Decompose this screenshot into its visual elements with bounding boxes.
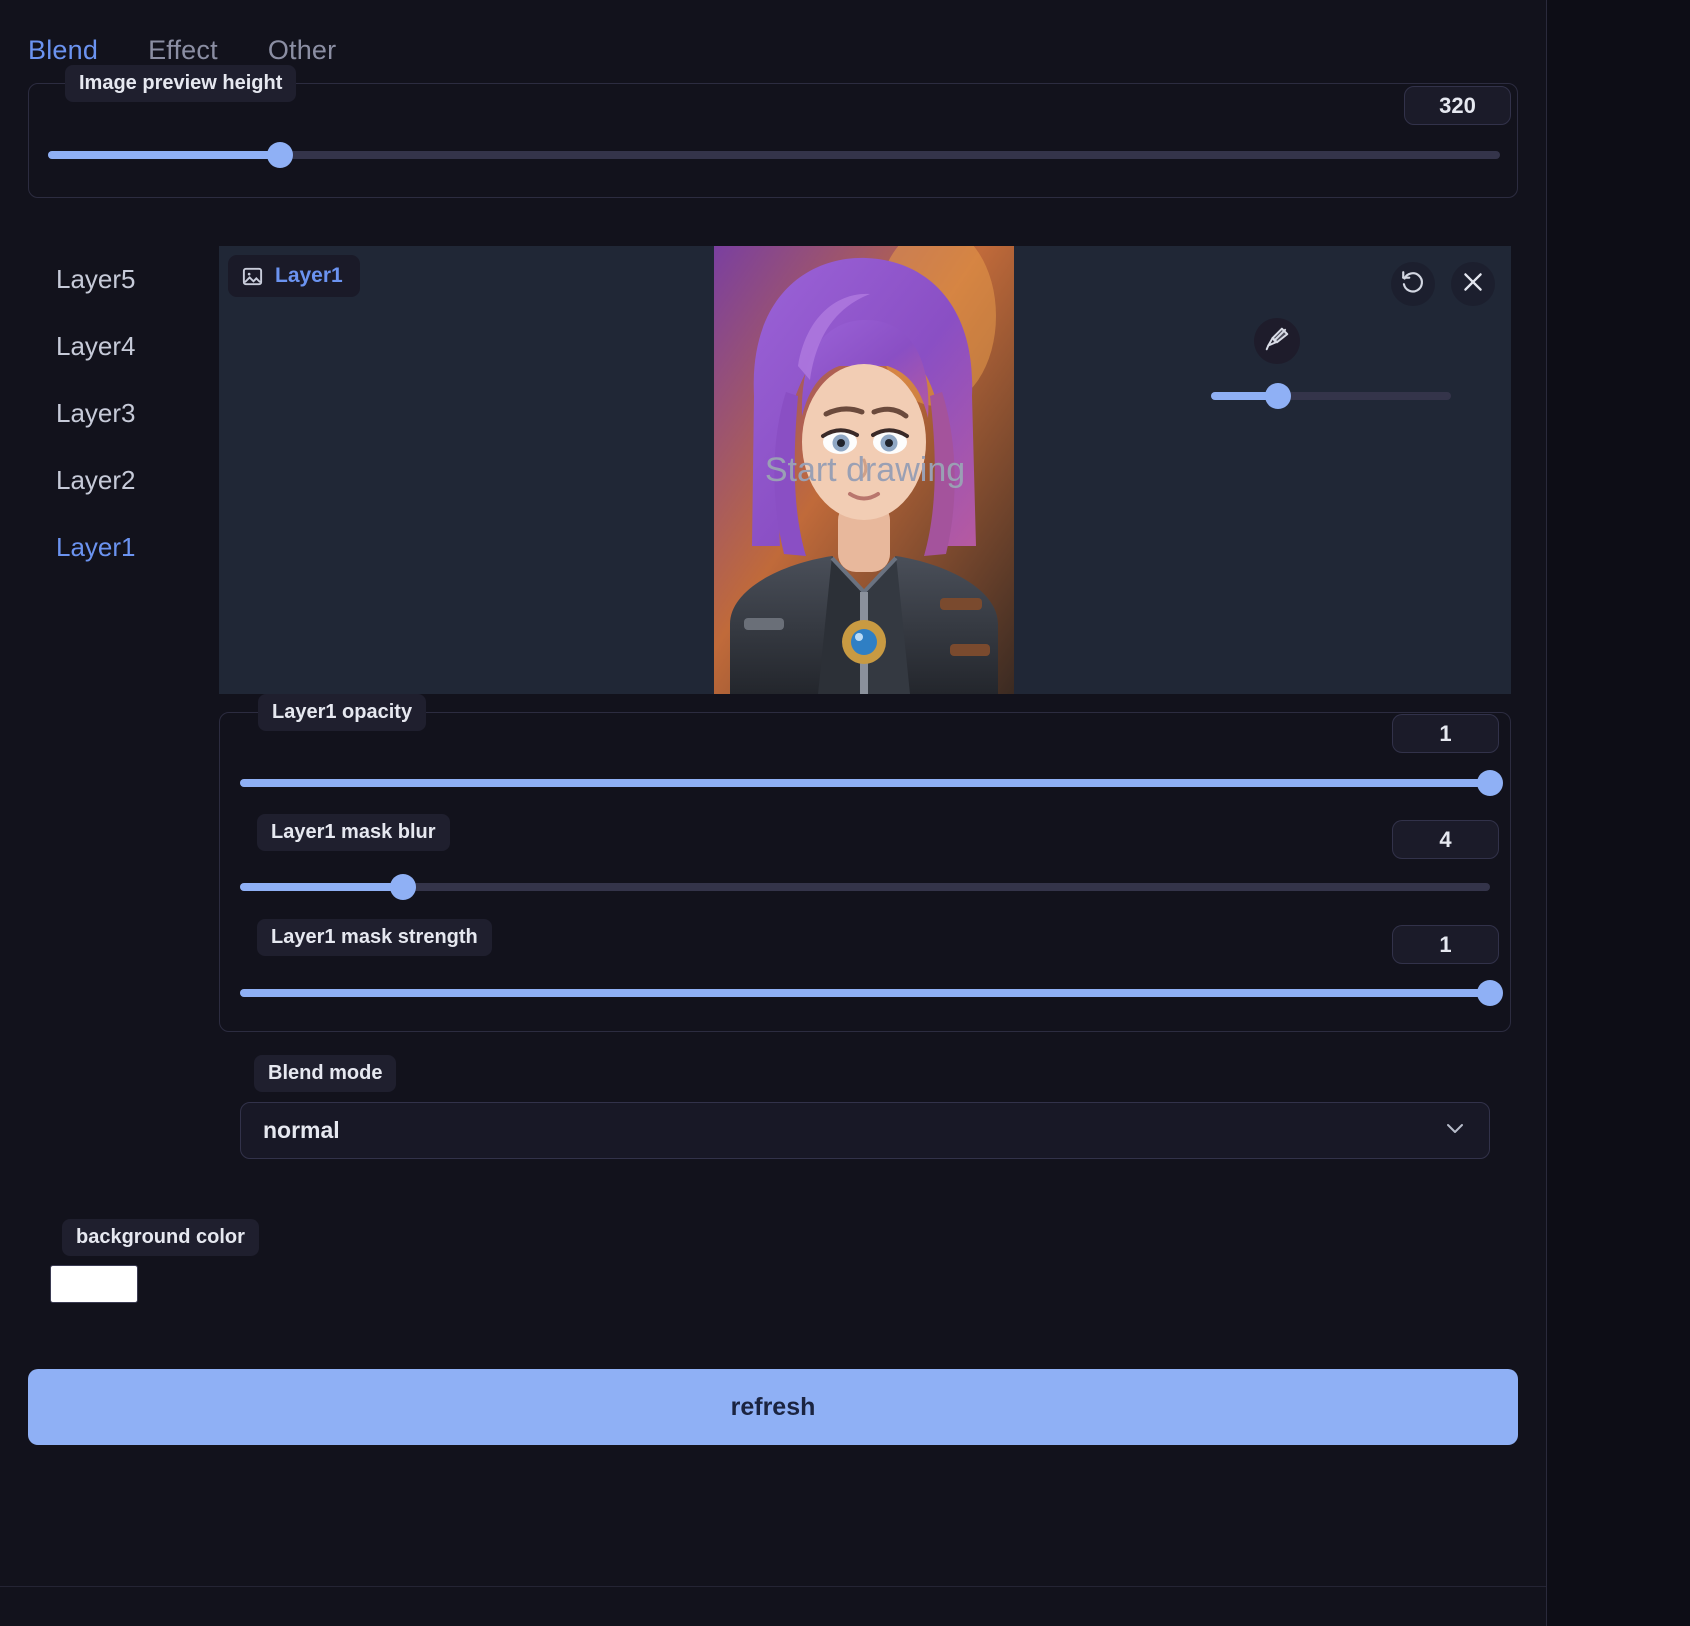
- layer-item-label: Layer2: [56, 465, 136, 495]
- background-color-legend: background color: [62, 1219, 259, 1256]
- canvas-layer-badge: Layer1: [228, 255, 360, 297]
- blend-mode-value: normal: [263, 1117, 340, 1143]
- tab-effect-label: Effect: [148, 35, 218, 65]
- close-button[interactable]: [1451, 262, 1495, 306]
- bottom-rail: [0, 1586, 1546, 1626]
- layer-opacity-legend: Layer1 opacity: [258, 694, 427, 731]
- layer-mask-strength-legend: Layer1 mask strength: [257, 919, 492, 956]
- tab-other-label: Other: [267, 35, 337, 65]
- canvas-tools: [1391, 262, 1495, 306]
- layer-item-layer5[interactable]: Layer5: [56, 258, 206, 300]
- layer-item-label: Layer5: [56, 264, 136, 294]
- refresh-button-label: refresh: [730, 1392, 816, 1421]
- blend-mode-select[interactable]: normal: [240, 1102, 1490, 1159]
- image-preview-height-legend: Image preview height: [65, 65, 297, 102]
- layer-image-thumbnail: [714, 246, 1014, 694]
- layer-mask-strength-value[interactable]: 1: [1392, 925, 1499, 964]
- background-color-swatch[interactable]: [50, 1265, 138, 1303]
- image-preview-height-value[interactable]: 320: [1404, 86, 1511, 125]
- slider-thumb[interactable]: [389, 874, 416, 900]
- layer-canvas[interactable]: Layer1 Start drawing: [219, 246, 1511, 694]
- layer-list: Layer5 Layer4 Layer3 Layer2 Layer1: [56, 258, 206, 593]
- slider-thumb[interactable]: [1477, 770, 1503, 796]
- brush-icon: [1264, 326, 1290, 357]
- image-preview-height-group: Image preview height: [28, 65, 1518, 198]
- slider-fill: [240, 883, 403, 891]
- slider-fill: [240, 779, 1490, 787]
- layer-opacity-value[interactable]: 1: [1392, 714, 1499, 753]
- refresh-button[interactable]: refresh: [28, 1369, 1518, 1445]
- layer-mask-blur-value[interactable]: 4: [1392, 820, 1499, 859]
- tab-blend-label: Blend: [28, 35, 99, 65]
- layer-item-label: Layer4: [56, 331, 136, 361]
- layer-item-label: Layer3: [56, 398, 136, 428]
- slider-thumb[interactable]: [267, 142, 294, 168]
- chevron-down-icon: [1443, 1116, 1467, 1145]
- slider-fill: [48, 151, 281, 159]
- canvas-layer-badge-label: Layer1: [275, 264, 343, 287]
- slider-fill: [240, 989, 1490, 997]
- image-preview-height-number: 320: [1439, 92, 1476, 118]
- slider-track: [240, 883, 1490, 891]
- image-icon: [241, 265, 264, 288]
- blend-panel: Blend Effect Other Image preview height …: [0, 0, 1690, 1626]
- undo-button[interactable]: [1391, 262, 1435, 306]
- slider-thumb[interactable]: [1477, 980, 1503, 1006]
- blend-mode-legend: Blend mode: [254, 1055, 397, 1092]
- layer-item-layer1[interactable]: Layer1: [56, 526, 206, 568]
- layer-opacity-slider[interactable]: [240, 770, 1503, 796]
- layer-mask-blur-legend: Layer1 mask blur: [257, 814, 450, 851]
- layer-item-layer3[interactable]: Layer3: [56, 392, 206, 434]
- brush-size-slider[interactable]: [1211, 383, 1451, 409]
- image-preview-height-slider[interactable]: [48, 142, 1500, 168]
- undo-icon: [1400, 269, 1426, 300]
- layer-mask-strength-number: 1: [1439, 931, 1452, 957]
- layer-opacity-number: 1: [1439, 720, 1452, 746]
- layer-mask-blur-slider[interactable]: [240, 874, 1490, 900]
- brush-tool-button[interactable]: [1254, 318, 1300, 364]
- layer-mask-strength-slider[interactable]: [240, 980, 1503, 1006]
- layer-item-label: Layer1: [56, 532, 136, 562]
- slider-thumb[interactable]: [1265, 383, 1292, 409]
- layer-item-layer2[interactable]: Layer2: [56, 459, 206, 501]
- layer-mask-blur-number: 4: [1439, 826, 1452, 852]
- layer-item-layer4[interactable]: Layer4: [56, 325, 206, 367]
- right-rail: [1546, 0, 1690, 1626]
- close-icon: [1460, 269, 1486, 300]
- layer-params-group: Layer1 opacity: [219, 694, 1511, 1032]
